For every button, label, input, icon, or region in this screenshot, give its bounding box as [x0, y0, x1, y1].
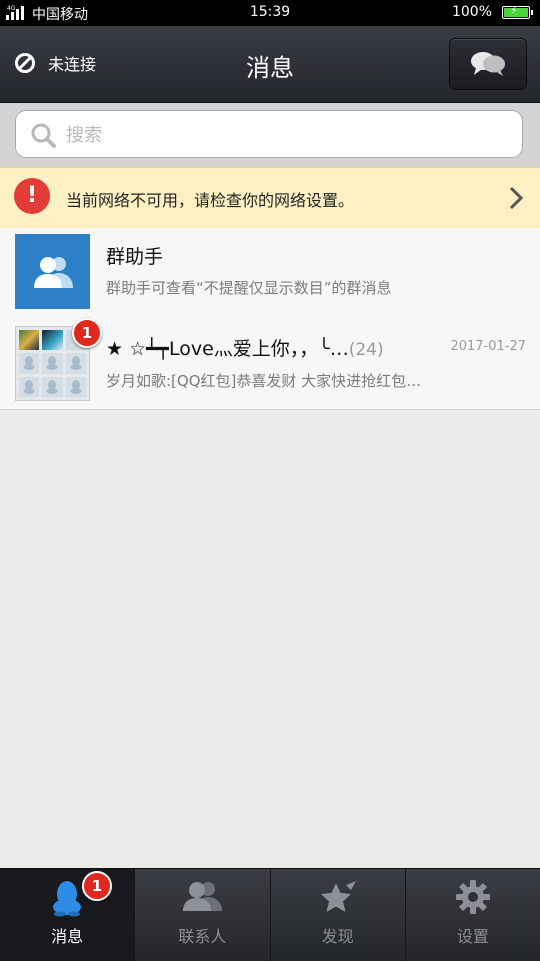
penguin-icon — [53, 881, 82, 917]
member-count: (24) — [348, 340, 384, 360]
member-photo — [19, 330, 40, 351]
default-avatar-icon — [42, 353, 63, 374]
tab-label: 联系人 — [178, 927, 227, 946]
default-avatar-icon — [19, 376, 40, 397]
bottom-tab-bar: 1 消息 联系人 发现 设置 — [0, 868, 540, 961]
star-icon — [320, 881, 356, 912]
new-chat-button[interactable] — [449, 38, 527, 90]
conversation-name-text: ★ ☆┷┯Love灬爱上你，，╰… — [106, 338, 349, 360]
member-photo — [42, 330, 63, 351]
network-warning-banner[interactable]: ! 当前网络不可用，请检查你的网络设置。 — [0, 167, 540, 229]
tab-messages[interactable]: 1 消息 — [0, 869, 135, 961]
conversation-name: ★ ☆┷┯Love灬爱上你，，╰…(24) — [106, 334, 384, 361]
conversation-preview: 岁月如歌:[QQ红包]恭喜发财 大家快进抢红包… — [106, 372, 422, 390]
tab-settings[interactable]: 设置 — [404, 869, 540, 961]
gear-icon — [455, 880, 490, 914]
status-bar: 4G 中国移动 15:39 100% ⚡ — [0, 0, 540, 26]
battery-percent: 100% — [451, 4, 492, 20]
conversation-name: 群助手 — [106, 246, 164, 268]
group-assistant-avatar — [15, 234, 90, 309]
search-bar — [0, 103, 540, 167]
contacts-icon — [183, 882, 223, 911]
default-avatar-icon — [19, 353, 40, 374]
unread-badge: 1 — [82, 871, 112, 901]
default-avatar-icon — [42, 376, 63, 397]
conversation-item[interactable]: 1 ★ ☆┷┯Love灬爱上你，，╰…(24) 2017-01-27 岁月如歌:… — [0, 318, 540, 410]
unread-badge: 1 — [72, 318, 102, 348]
default-avatar-icon — [65, 353, 86, 374]
tab-label: 消息 — [51, 927, 84, 946]
search-input[interactable] — [64, 120, 508, 150]
tab-discover[interactable]: 发现 — [269, 869, 405, 961]
chevron-right-icon — [509, 186, 524, 210]
warning-icon: ! — [14, 178, 50, 214]
conversation-preview: 群助手可查看“不提醒仅显示数目”的群消息 — [106, 279, 392, 297]
app-header: 未连接 消息 — [0, 26, 540, 103]
conversation-item[interactable]: 群助手 群助手可查看“不提醒仅显示数目”的群消息 — [0, 228, 540, 319]
tab-label: 设置 — [456, 927, 489, 946]
charging-icon: ⚡ — [510, 4, 518, 17]
search-icon — [31, 123, 56, 148]
battery-icon: ⚡ — [502, 4, 533, 19]
tab-label: 发现 — [321, 927, 354, 946]
chat-bubbles-icon — [471, 52, 505, 76]
default-avatar-icon — [65, 376, 86, 397]
tab-contacts[interactable]: 联系人 — [134, 869, 269, 961]
group-people-icon — [33, 256, 73, 288]
network-warning-text: 当前网络不可用，请检查你的网络设置。 — [66, 191, 355, 210]
search-box[interactable] — [15, 110, 523, 158]
conversation-date: 2017-01-27 — [450, 339, 526, 354]
